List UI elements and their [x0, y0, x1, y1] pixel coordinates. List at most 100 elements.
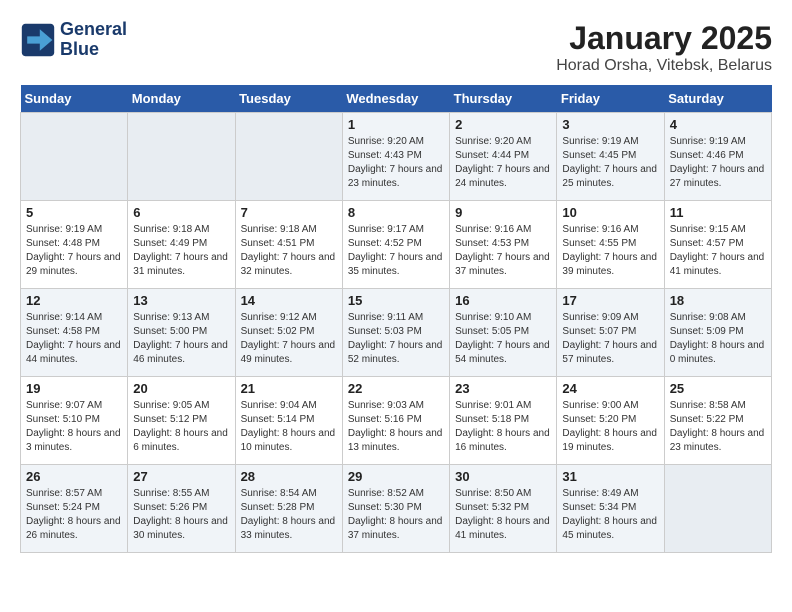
day-cell: 6 Sunrise: 9:18 AM Sunset: 4:49 PM Daylig… — [128, 201, 235, 289]
day-info: Sunrise: 9:16 AM Sunset: 4:55 PM Dayligh… — [562, 223, 658, 279]
day-cell — [128, 113, 235, 201]
day-cell: 2 Sunrise: 9:20 AM Sunset: 4:44 PM Daylig… — [450, 113, 557, 201]
calendar-table: SundayMondayTuesdayWednesdayThursdayFrid… — [20, 85, 772, 553]
logo: General Blue — [20, 20, 127, 60]
logo-icon — [20, 22, 56, 58]
day-number: 23 — [455, 381, 551, 396]
day-number: 2 — [455, 117, 551, 132]
day-number: 8 — [348, 205, 444, 220]
day-number: 28 — [241, 469, 337, 484]
day-info: Sunrise: 9:18 AM Sunset: 4:49 PM Dayligh… — [133, 223, 229, 279]
day-info: Sunrise: 9:03 AM Sunset: 5:16 PM Dayligh… — [348, 399, 444, 455]
day-header-sunday: Sunday — [21, 85, 128, 113]
day-info: Sunrise: 9:11 AM Sunset: 5:03 PM Dayligh… — [348, 311, 444, 367]
day-cell: 15Sunrise: 9:11 AM Sunset: 5:03 PM Dayli… — [342, 289, 449, 377]
day-info: Sunrise: 9:19 AM Sunset: 4:45 PM Dayligh… — [562, 135, 658, 191]
week-row-2: 5 Sunrise: 9:19 AM Sunset: 4:48 PM Daylig… — [21, 201, 772, 289]
week-row-1: 1Sunrise: 9:20 AM Sunset: 4:43 PM Daylig… — [21, 113, 772, 201]
day-info: Sunrise: 9:08 AM Sunset: 5:09 PM Dayligh… — [670, 311, 766, 367]
day-number: 25 — [670, 381, 766, 396]
day-info: Sunrise: 8:52 AM Sunset: 5:30 PM Dayligh… — [348, 487, 444, 543]
day-cell: 12Sunrise: 9:14 AM Sunset: 4:58 PM Dayli… — [21, 289, 128, 377]
day-number: 3 — [562, 117, 658, 132]
day-number: 16 — [455, 293, 551, 308]
day-info: Sunrise: 8:57 AM Sunset: 5:24 PM Dayligh… — [26, 487, 122, 543]
page-header: General Blue January 2025 Horad Orsha, V… — [20, 20, 772, 75]
day-cell: 4 Sunrise: 9:19 AM Sunset: 4:46 PM Daylig… — [664, 113, 771, 201]
day-info: Sunrise: 9:00 AM Sunset: 5:20 PM Dayligh… — [562, 399, 658, 455]
day-number: 18 — [670, 293, 766, 308]
calendar-title: January 2025 — [556, 20, 772, 57]
day-cell: 22 Sunrise: 9:03 AM Sunset: 5:16 PM Dayli… — [342, 377, 449, 465]
day-info: Sunrise: 8:54 AM Sunset: 5:28 PM Dayligh… — [241, 487, 337, 543]
day-number: 22 — [348, 381, 444, 396]
day-cell: 26 Sunrise: 8:57 AM Sunset: 5:24 PM Dayli… — [21, 465, 128, 553]
day-header-tuesday: Tuesday — [235, 85, 342, 113]
day-cell: 16Sunrise: 9:10 AM Sunset: 5:05 PM Dayli… — [450, 289, 557, 377]
day-cell — [235, 113, 342, 201]
day-cell: 25 Sunrise: 8:58 AM Sunset: 5:22 PM Dayli… — [664, 377, 771, 465]
day-info: Sunrise: 9:05 AM Sunset: 5:12 PM Dayligh… — [133, 399, 229, 455]
header-row: SundayMondayTuesdayWednesdayThursdayFrid… — [21, 85, 772, 113]
day-number: 19 — [26, 381, 122, 396]
day-number: 14 — [241, 293, 337, 308]
week-row-3: 12Sunrise: 9:14 AM Sunset: 4:58 PM Dayli… — [21, 289, 772, 377]
day-cell: 5 Sunrise: 9:19 AM Sunset: 4:48 PM Daylig… — [21, 201, 128, 289]
day-header-thursday: Thursday — [450, 85, 557, 113]
day-info: Sunrise: 9:19 AM Sunset: 4:46 PM Dayligh… — [670, 135, 766, 191]
day-number: 11 — [670, 205, 766, 220]
day-info: Sunrise: 9:13 AM Sunset: 5:00 PM Dayligh… — [133, 311, 229, 367]
day-number: 26 — [26, 469, 122, 484]
day-number: 24 — [562, 381, 658, 396]
day-number: 20 — [133, 381, 229, 396]
day-cell: 9 Sunrise: 9:16 AM Sunset: 4:53 PM Daylig… — [450, 201, 557, 289]
day-cell: 21 Sunrise: 9:04 AM Sunset: 5:14 PM Dayli… — [235, 377, 342, 465]
day-info: Sunrise: 9:04 AM Sunset: 5:14 PM Dayligh… — [241, 399, 337, 455]
day-info: Sunrise: 9:18 AM Sunset: 4:51 PM Dayligh… — [241, 223, 337, 279]
day-number: 7 — [241, 205, 337, 220]
day-info: Sunrise: 9:17 AM Sunset: 4:52 PM Dayligh… — [348, 223, 444, 279]
day-info: Sunrise: 9:12 AM Sunset: 5:02 PM Dayligh… — [241, 311, 337, 367]
day-info: Sunrise: 9:14 AM Sunset: 4:58 PM Dayligh… — [26, 311, 122, 367]
logo-text: General Blue — [60, 20, 127, 60]
day-number: 6 — [133, 205, 229, 220]
day-cell: 3 Sunrise: 9:19 AM Sunset: 4:45 PM Daylig… — [557, 113, 664, 201]
day-cell: 11Sunrise: 9:15 AM Sunset: 4:57 PM Dayli… — [664, 201, 771, 289]
day-info: Sunrise: 9:01 AM Sunset: 5:18 PM Dayligh… — [455, 399, 551, 455]
day-cell — [21, 113, 128, 201]
day-number: 27 — [133, 469, 229, 484]
day-number: 4 — [670, 117, 766, 132]
day-header-monday: Monday — [128, 85, 235, 113]
day-info: Sunrise: 9:20 AM Sunset: 4:43 PM Dayligh… — [348, 135, 444, 191]
day-number: 30 — [455, 469, 551, 484]
day-info: Sunrise: 9:09 AM Sunset: 5:07 PM Dayligh… — [562, 311, 658, 367]
day-info: Sunrise: 8:55 AM Sunset: 5:26 PM Dayligh… — [133, 487, 229, 543]
day-cell: 19 Sunrise: 9:07 AM Sunset: 5:10 PM Dayli… — [21, 377, 128, 465]
day-info: Sunrise: 8:58 AM Sunset: 5:22 PM Dayligh… — [670, 399, 766, 455]
day-header-saturday: Saturday — [664, 85, 771, 113]
day-cell: 10 Sunrise: 9:16 AM Sunset: 4:55 PM Dayli… — [557, 201, 664, 289]
day-cell: 23 Sunrise: 9:01 AM Sunset: 5:18 PM Dayli… — [450, 377, 557, 465]
day-number: 21 — [241, 381, 337, 396]
day-info: Sunrise: 8:50 AM Sunset: 5:32 PM Dayligh… — [455, 487, 551, 543]
day-number: 10 — [562, 205, 658, 220]
day-info: Sunrise: 9:07 AM Sunset: 5:10 PM Dayligh… — [26, 399, 122, 455]
week-row-5: 26 Sunrise: 8:57 AM Sunset: 5:24 PM Dayli… — [21, 465, 772, 553]
day-cell: 27 Sunrise: 8:55 AM Sunset: 5:26 PM Dayli… — [128, 465, 235, 553]
day-info: Sunrise: 9:16 AM Sunset: 4:53 PM Dayligh… — [455, 223, 551, 279]
day-cell: 13Sunrise: 9:13 AM Sunset: 5:00 PM Dayli… — [128, 289, 235, 377]
day-cell: 14 Sunrise: 9:12 AM Sunset: 5:02 PM Dayli… — [235, 289, 342, 377]
day-number: 31 — [562, 469, 658, 484]
day-cell: 28 Sunrise: 8:54 AM Sunset: 5:28 PM Dayli… — [235, 465, 342, 553]
day-cell: 18 Sunrise: 9:08 AM Sunset: 5:09 PM Dayli… — [664, 289, 771, 377]
day-cell: 31Sunrise: 8:49 AM Sunset: 5:34 PM Dayli… — [557, 465, 664, 553]
day-header-friday: Friday — [557, 85, 664, 113]
day-info: Sunrise: 9:19 AM Sunset: 4:48 PM Dayligh… — [26, 223, 122, 279]
day-number: 9 — [455, 205, 551, 220]
day-info: Sunrise: 9:20 AM Sunset: 4:44 PM Dayligh… — [455, 135, 551, 191]
day-number: 29 — [348, 469, 444, 484]
day-cell — [664, 465, 771, 553]
day-number: 5 — [26, 205, 122, 220]
day-cell: 29 Sunrise: 8:52 AM Sunset: 5:30 PM Dayli… — [342, 465, 449, 553]
day-cell: 17Sunrise: 9:09 AM Sunset: 5:07 PM Dayli… — [557, 289, 664, 377]
